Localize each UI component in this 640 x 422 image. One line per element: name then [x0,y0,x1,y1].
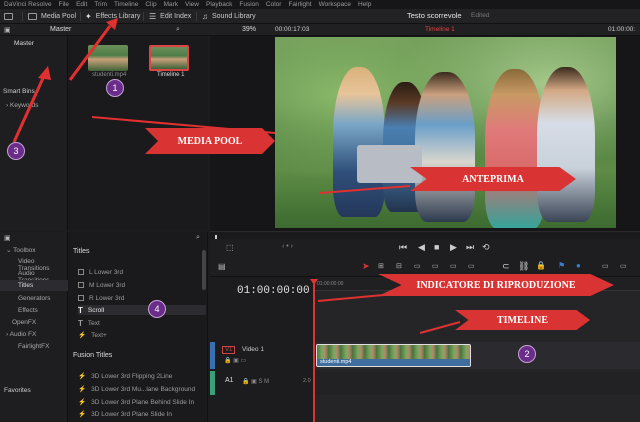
step-badge-1: 1 [106,79,124,97]
step-badge-3: 3 [7,142,25,160]
arrow-1 [68,25,112,81]
arrow-3-head [38,66,51,80]
callout-media-pool: MEDIA POOL [145,128,275,154]
step-badge-2: 2 [518,345,536,363]
arrow-3 [12,75,46,143]
step-badge-4: 4 [148,300,166,318]
callout-indicatore: INDICATORE DI RIPRODUZIONE [378,274,614,296]
annotation-arrows [12,18,461,334]
arrow-timeline [419,321,461,334]
callout-timeline: TIMELINE [455,310,590,330]
arrow-anteprima [319,185,411,194]
callout-anteprima: ANTEPRIMA [410,167,576,191]
